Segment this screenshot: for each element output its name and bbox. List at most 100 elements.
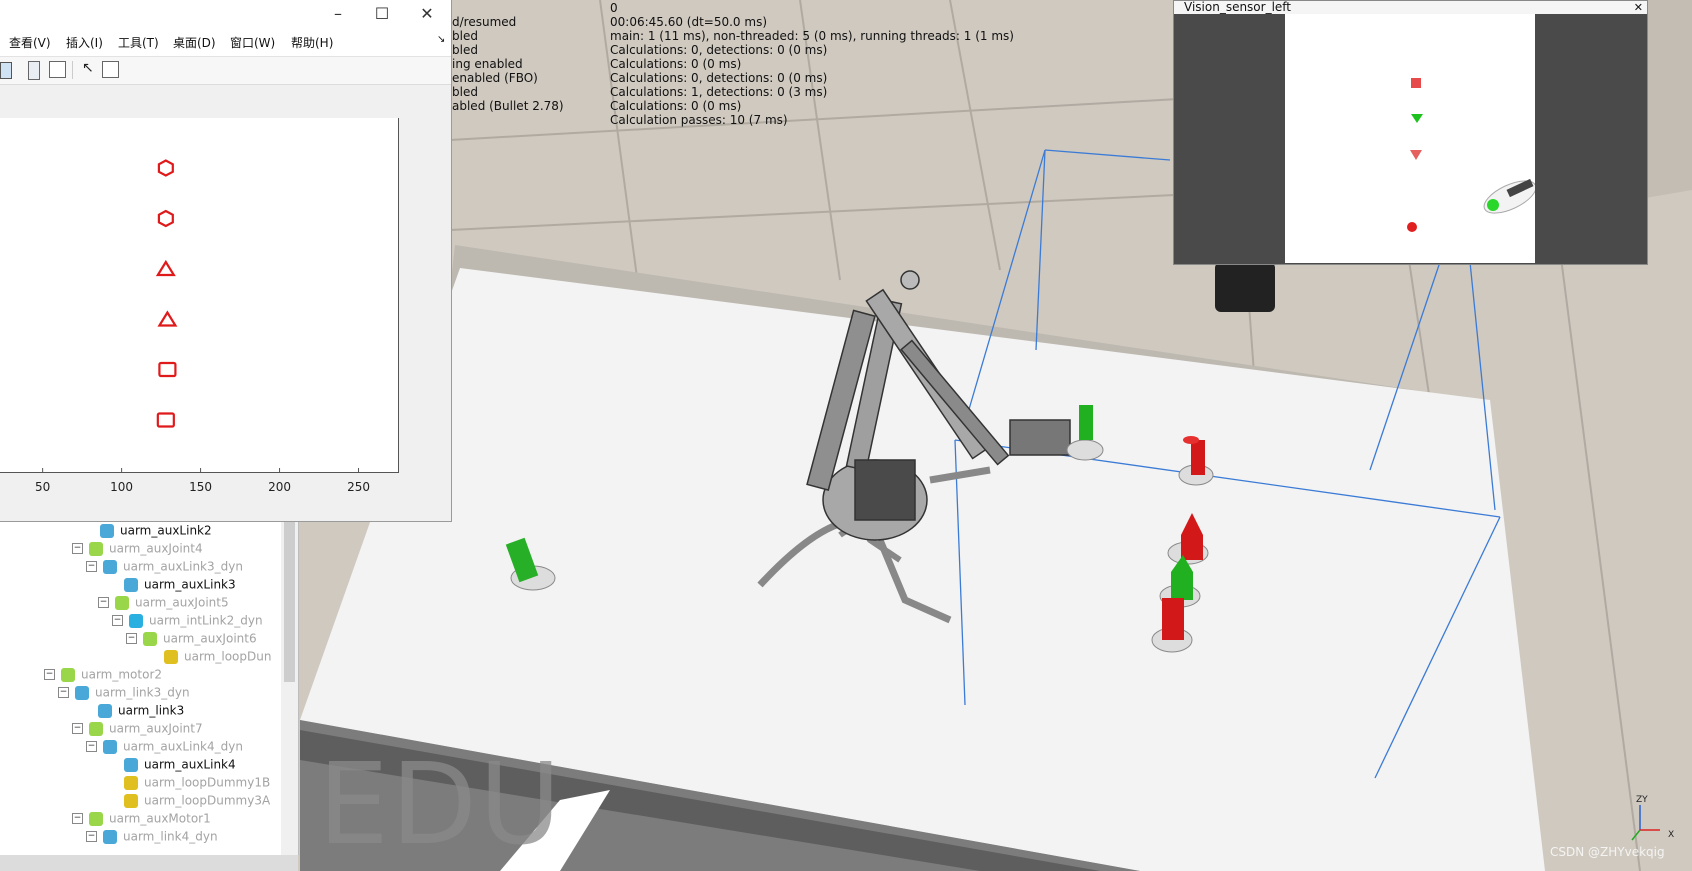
- info-left-5: enabled (FBO): [452, 71, 538, 85]
- figure-window[interactable]: – ☐ ✕ 查看(V) 插入(I) 工具(T) 桌面(D) 窗口(W) 帮助(H…: [0, 0, 452, 522]
- tree-item-label: uarm_link3_dyn: [95, 685, 190, 700]
- scene-hierarchy-panel[interactable]: uarm_auxLink2 − uarm_auxJoint4 − uarm_auxLin…: [0, 522, 299, 855]
- tree-item[interactable]: − uarm_auxJoint7: [72, 721, 203, 739]
- tree-item-label: uarm_auxLink2: [120, 523, 212, 538]
- menu-tools[interactable]: 工具(T): [118, 34, 159, 51]
- tool-pointer-icon[interactable]: ↖: [82, 60, 94, 76]
- tree-item[interactable]: − uarm_auxLink3_dyn: [86, 559, 243, 577]
- collapse-toggle-icon[interactable]: −: [86, 831, 97, 842]
- tool-colorbar-icon[interactable]: [28, 61, 40, 80]
- shape-icon: [98, 703, 112, 718]
- info-left-3: bled: [452, 43, 478, 57]
- tree-item[interactable]: uarm_loopDun: [164, 649, 271, 667]
- shape-icon: [103, 739, 117, 754]
- collapse-toggle-icon[interactable]: −: [86, 561, 97, 572]
- figure-titlebar[interactable]: – ☐ ✕: [0, 0, 451, 28]
- menu-view[interactable]: 查看(V): [9, 34, 51, 51]
- tree-item-label: uarm_auxJoint7: [109, 721, 203, 736]
- plot-axes[interactable]: [0, 118, 399, 473]
- tool-propertyeditor-icon[interactable]: [102, 61, 119, 78]
- collapse-toggle-icon[interactable]: −: [86, 741, 97, 752]
- tree-item[interactable]: uarm_link3: [98, 703, 184, 721]
- collapse-toggle-icon[interactable]: −: [112, 615, 123, 626]
- tree-item[interactable]: − uarm_auxJoint5: [98, 595, 229, 613]
- joint-icon: [61, 667, 75, 682]
- info-right-2: main: 1 (11 ms), non-threaded: 5 (0 ms),…: [610, 29, 1014, 43]
- tree-item-label: uarm_auxJoint4: [109, 541, 203, 556]
- tree-item-label: uarm_link4_dyn: [123, 829, 218, 844]
- info-left-6: bled: [452, 85, 478, 99]
- info-left-1: d/resumed: [452, 15, 517, 29]
- tree-item-label: uarm_loopDummy3A: [144, 793, 271, 808]
- credit-watermark: CSDN @ZHYvekqig: [1550, 845, 1665, 859]
- marker-square-4: [158, 361, 177, 378]
- close-button[interactable]: ✕: [407, 2, 447, 26]
- tool-legend-icon[interactable]: [49, 61, 66, 78]
- tree-item[interactable]: uarm_auxLink2: [100, 523, 212, 541]
- vision-sensor-title-text: Vision_sensor_left: [1184, 0, 1292, 14]
- shape-icon: [103, 829, 117, 844]
- axis-x-label: X: [1668, 830, 1675, 840]
- tree-item[interactable]: uarm_auxLink3: [124, 577, 236, 595]
- tool-print-icon[interactable]: [0, 62, 12, 79]
- info-right-5: Calculations: 0, detections: 0 (0 ms): [610, 71, 828, 85]
- x-tick-label-250: 250: [347, 480, 370, 494]
- collapse-toggle-icon[interactable]: −: [58, 687, 69, 698]
- tree-item[interactable]: uarm_auxLink4: [124, 757, 236, 775]
- tree-item[interactable]: − uarm_link4_dyn: [86, 829, 218, 847]
- vs-circle-marker: [1407, 222, 1417, 232]
- collapse-toggle-icon[interactable]: −: [72, 813, 83, 824]
- x-tick-label-150: 150: [189, 480, 213, 494]
- info-right-1: 00:06:45.60 (dt=50.0 ms): [610, 15, 768, 29]
- tree-item[interactable]: − uarm_link3_dyn: [58, 685, 190, 703]
- joint-icon: [115, 595, 129, 610]
- tree-hscrollbar[interactable]: [0, 855, 298, 871]
- vs-gripper-shape: [1483, 178, 1537, 214]
- vision-sensor-window[interactable]: Vision_sensor_left ✕: [1173, 0, 1648, 265]
- joint-icon: [143, 631, 157, 646]
- tree-item-label: uarm_link3: [118, 703, 185, 718]
- tree-item[interactable]: − uarm_auxJoint6: [126, 631, 257, 649]
- dummy-icon: [164, 649, 178, 664]
- menu-bar: 查看(V) 插入(I) 工具(T) 桌面(D) 窗口(W) 帮助(H) ↘: [0, 28, 451, 57]
- tree-item[interactable]: − uarm_auxLink4_dyn: [86, 739, 243, 757]
- marker-hexagon-0: [157, 159, 174, 177]
- shape-icon: [75, 685, 89, 700]
- menu-window[interactable]: 窗口(W): [230, 34, 275, 51]
- collapse-toggle-icon[interactable]: −: [98, 597, 109, 608]
- vision-sensor-image: [1285, 14, 1537, 263]
- menu-help[interactable]: 帮助(H): [291, 34, 333, 51]
- vision-sensor-close-icon[interactable]: ✕: [1634, 1, 1643, 14]
- tree-item[interactable]: − uarm_motor2: [44, 667, 162, 685]
- menu-desktop[interactable]: 桌面(D): [173, 34, 216, 51]
- collapse-toggle-icon[interactable]: −: [44, 669, 55, 680]
- minimize-button[interactable]: –: [318, 2, 358, 26]
- info-right-3: Calculations: 0, detections: 0 (0 ms): [610, 43, 828, 57]
- collapse-toggle-icon[interactable]: −: [72, 723, 83, 734]
- tree-item-label: uarm_auxLink3_dyn: [123, 559, 243, 574]
- tree-item-label: uarm_auxLink4: [144, 757, 236, 772]
- tree-item[interactable]: uarm_loopDummy3A: [124, 793, 270, 811]
- info-right-0: 0: [610, 1, 618, 15]
- vision-sensor-title[interactable]: Vision_sensor_left ✕: [1174, 1, 1647, 14]
- cube-icon: [129, 613, 143, 628]
- tree-item[interactable]: − uarm_auxJoint4: [72, 541, 203, 559]
- x-tick-label-100: 100: [110, 480, 134, 494]
- shape-icon: [103, 559, 117, 574]
- collapse-toggle-icon[interactable]: −: [72, 543, 83, 554]
- dummy-icon: [124, 793, 138, 808]
- vs-green-triangle-marker: [1411, 114, 1423, 123]
- tree-scrollbar-thumb[interactable]: [284, 522, 295, 682]
- dock-arrow-icon[interactable]: ↘: [437, 34, 445, 45]
- menu-insert[interactable]: 插入(I): [66, 34, 103, 51]
- collapse-toggle-icon[interactable]: −: [126, 633, 137, 644]
- maximize-button[interactable]: ☐: [362, 2, 402, 26]
- joint-icon: [89, 721, 103, 736]
- figure-toolbar: ↖: [0, 57, 451, 85]
- marker-triangle-3: [157, 310, 178, 327]
- tree-item[interactable]: − uarm_intLink2_dyn: [112, 613, 263, 631]
- tree-item[interactable]: − uarm_auxMotor1: [72, 811, 211, 829]
- tree-item[interactable]: uarm_loopDummy1B: [124, 775, 270, 793]
- vs-red-triangle-marker: [1410, 150, 1422, 160]
- marker-square-5: [156, 412, 175, 428]
